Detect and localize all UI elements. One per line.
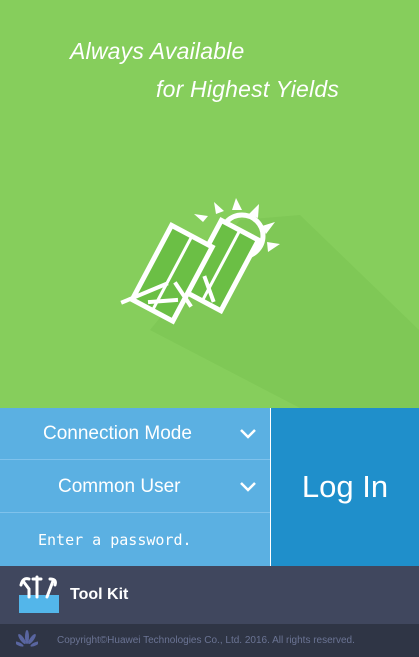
copyright-text: Copyright©Huawei Technologies Co., Ltd. … [57,635,355,646]
password-input[interactable] [0,514,270,566]
chevron-down-icon [240,429,256,439]
password-field-wrapper [0,514,270,566]
tool-kit-button[interactable]: Tool Kit [0,566,419,624]
login-fields: Connection Mode Common User [0,408,270,566]
toolbox-icon [19,575,59,613]
login-button[interactable]: Log In [271,408,419,566]
tool-kit-label: Tool Kit [70,586,129,603]
hero-banner: Always Available for Highest Yields [0,0,419,408]
chevron-down-icon [240,482,256,492]
huawei-logo-icon [16,630,38,647]
connection-mode-label: Connection Mode [43,423,192,444]
footer: Copyright©Huawei Technologies Co., Ltd. … [0,624,419,657]
login-screen: Always Available for Highest Yields Conn… [0,0,419,657]
connection-mode-select[interactable]: Connection Mode [0,408,270,460]
login-form: Connection Mode Common User Log In [0,408,419,566]
solar-panel-sun-icon [120,198,419,408]
user-type-select[interactable]: Common User [0,461,270,513]
user-type-label: Common User [58,476,181,497]
